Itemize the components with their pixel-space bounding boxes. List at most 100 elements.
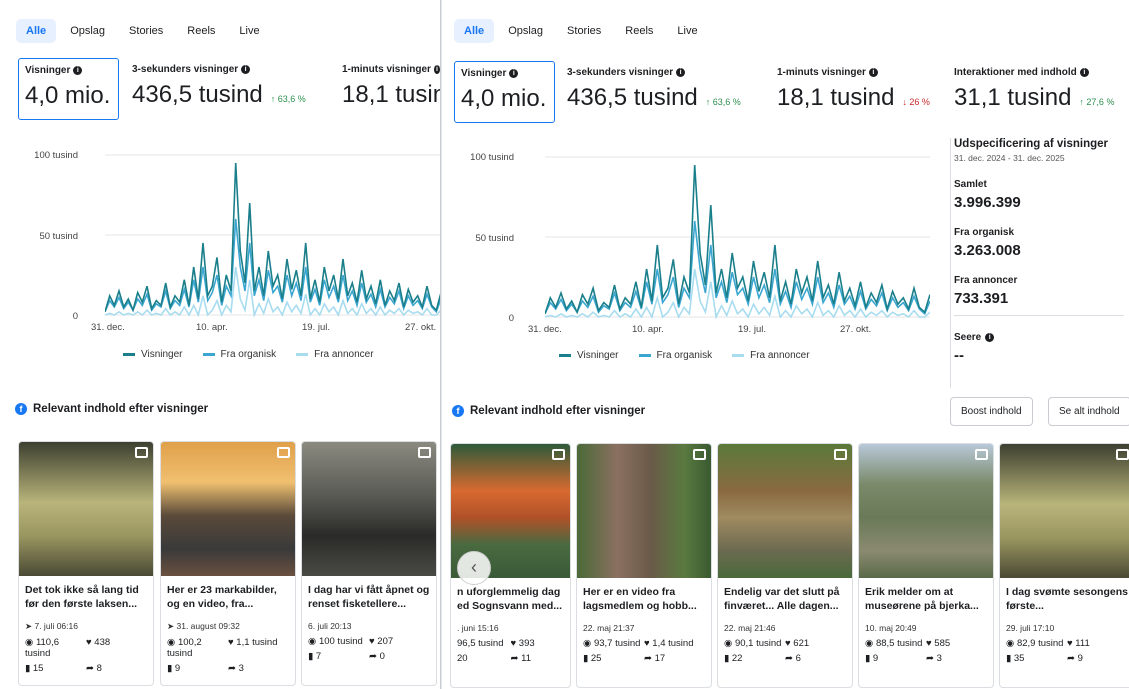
views-stat: ◉ 100 tusind <box>308 636 363 647</box>
legend-label: Fra organisk <box>656 350 713 361</box>
card-stats: ◉ 100 tusind ♥ 207 ▮ 7 ➦ 0 <box>302 634 436 664</box>
x-tick: 19. jul. <box>738 324 766 335</box>
views-value: 96,5 tusind <box>457 638 504 649</box>
metric-label: Visninger <box>461 68 507 79</box>
content-card[interactable]: Her er 23 markabilder, og en video, fra.… <box>160 441 296 686</box>
card-stats: ◉ 110,6 tusind ♥ 438 ▮ 15 ➦ 8 <box>19 635 153 676</box>
metric-1min-visninger[interactable]: 1-minuts visninger i 18,1 tusind ↓ 26 % <box>771 61 946 123</box>
tab-bar: Alle Opslag Stories Reels Live <box>16 19 270 43</box>
y-tick: 0 <box>72 311 78 322</box>
legend-item[interactable]: Visninger <box>123 349 183 360</box>
card-date: 29. juli 17:10 <box>1000 620 1129 636</box>
info-icon[interactable]: i <box>509 69 519 78</box>
carousel-prev-button[interactable]: ‹ <box>457 551 491 585</box>
metric-label: Visninger <box>25 65 71 76</box>
boost-content-button[interactable]: Boost indhold <box>950 397 1033 426</box>
card-date: 22. maj 21:37 <box>577 620 711 636</box>
card-stats: ◉ 90,1 tusind ♥ 621 ▮ 22 ➦ 6 <box>718 636 852 666</box>
x-tick: 31. dec. <box>528 324 562 335</box>
metric-interaktioner[interactable]: Interaktioner med indhold i 31,1 tusind ↑ … <box>948 61 1126 123</box>
metric-value: 31,1 tusind <box>954 84 1072 111</box>
metric-1min-visninger[interactable]: 1-minuts visninger i 18,1 tusin <box>336 58 441 120</box>
post-thumbnail <box>1000 444 1129 578</box>
content-card[interactable]: Her er en video fra lagsmedlem og hobb..… <box>576 443 712 688</box>
legend-item[interactable]: Fra annoncer <box>296 349 374 360</box>
card-title: Erik melder om at museørene på bjerka... <box>865 586 979 612</box>
views-value: 90,1 tusind <box>734 638 782 649</box>
likes-value: 207 <box>377 636 394 647</box>
legend-label: Fra annoncer <box>314 349 374 360</box>
metric-value: 18,1 tusin <box>342 81 441 108</box>
info-icon[interactable]: i <box>241 65 251 74</box>
see-all-content-button[interactable]: Se alt indhold <box>1048 397 1129 426</box>
card-date-text: 22. maj 21:37 <box>583 623 635 633</box>
tab-live[interactable]: Live <box>667 19 707 43</box>
breakdown-label: Fra organisk <box>954 227 1015 238</box>
content-card[interactable]: I dag svømte sesongens første... 29. jul… <box>999 443 1129 688</box>
legend-swatch <box>202 352 215 356</box>
card-date-text: 6. juli 20:13 <box>308 621 352 631</box>
legend-swatch <box>559 353 571 357</box>
metric-visninger[interactable]: Visninger i 4,0 mio. <box>18 58 119 120</box>
legend-item[interactable]: Visninger <box>559 350 619 361</box>
x-tick: 27. okt. <box>405 322 437 333</box>
info-icon[interactable]: i <box>1079 68 1089 77</box>
legend-item[interactable]: Fra organisk <box>202 349 276 360</box>
divider <box>950 138 951 388</box>
shares-value: 6 <box>795 653 801 664</box>
chart-legend: Visninger Fra organisk Fra annoncer <box>559 350 810 361</box>
tab-reels[interactable]: Reels <box>177 19 225 43</box>
info-icon[interactable]: i <box>73 66 83 75</box>
legend-item[interactable]: Fra annoncer <box>732 350 810 361</box>
metric-value: 436,5 tusind <box>567 84 698 111</box>
metric-visninger[interactable]: Visninger i 4,0 mio. <box>454 61 555 123</box>
breakdown-title: Udspecificering af visninger <box>954 138 1109 150</box>
info-icon[interactable]: i <box>676 68 686 77</box>
reel-icon <box>552 449 565 460</box>
tab-reels[interactable]: Reels <box>615 19 663 43</box>
metric-value: 4,0 mio. <box>461 85 547 112</box>
y-tick: 0 <box>508 313 514 324</box>
post-thumbnail <box>302 442 436 576</box>
views-stat: ◉ 110,6 tusind <box>25 637 60 659</box>
right-panel: Alle Opslag Stories Reels Live Visninger… <box>442 0 1129 689</box>
views-stat: ◉ 90,1 tusind <box>724 638 782 649</box>
content-card[interactable]: I dag har vi fått åpnet og renset fisket… <box>301 441 437 686</box>
info-icon[interactable]: i <box>868 68 878 77</box>
comments-value: 7 <box>315 651 322 662</box>
views-stat: ◉ 88,5 tusind <box>865 638 923 649</box>
card-stats: 96,5 tusind ♥ 393 20 ➦ 11 <box>451 636 570 666</box>
likes-stat: ♥ 438 <box>86 637 111 648</box>
metric-3s-visninger[interactable]: 3-sekunders visninger i 436,5 tusind ↑ 63,… <box>561 61 766 123</box>
comments-stat: ▮ 22 <box>724 653 743 664</box>
info-icon[interactable]: i <box>985 333 995 342</box>
content-card[interactable]: Endelig var det slutt på finværet... All… <box>717 443 853 688</box>
series-organisk-line <box>105 218 440 314</box>
tab-alle[interactable]: Alle <box>454 19 495 43</box>
tab-opslag[interactable]: Opslag <box>60 19 115 43</box>
shares-stat: ➦ 3 <box>228 663 244 674</box>
tab-stories[interactable]: Stories <box>119 19 173 43</box>
tab-stories[interactable]: Stories <box>557 19 611 43</box>
comments-value: 9 <box>872 653 879 664</box>
tab-live[interactable]: Live <box>229 19 269 43</box>
metric-3s-visninger[interactable]: 3-sekunders visninger i 436,5 tusind ↑ 63,… <box>126 58 331 120</box>
tab-alle[interactable]: Alle <box>16 19 57 43</box>
content-card[interactable]: Erik melder om at museørene på bjerka...… <box>858 443 994 688</box>
legend-swatch <box>296 352 309 356</box>
comments-value: 15 <box>32 663 44 674</box>
card-title: Her er en video fra lagsmedlem og hobb..… <box>583 586 697 612</box>
legend-item[interactable]: Fra organisk <box>638 350 713 361</box>
card-date: 6. juli 20:13 <box>302 618 436 634</box>
shares-stat: ➦ 8 <box>86 663 102 674</box>
section-title: f Relevant indhold efter visninger <box>452 405 645 417</box>
card-stats: ◉ 82,9 tusind ♥ 111 ▮ 35 ➦ 9 <box>1000 636 1129 666</box>
likes-value: 393 <box>518 638 535 649</box>
content-card[interactable]: Det tok ikke så lang tid før den første … <box>18 441 154 686</box>
info-icon[interactable]: i <box>433 65 440 74</box>
reel-icon <box>693 449 706 460</box>
likes-stat: ♥ 207 <box>369 636 394 647</box>
tab-opslag[interactable]: Opslag <box>498 19 553 43</box>
change-up: ↑ 63,6 % <box>270 94 306 104</box>
views-value: 100,2 tusind <box>167 637 202 659</box>
